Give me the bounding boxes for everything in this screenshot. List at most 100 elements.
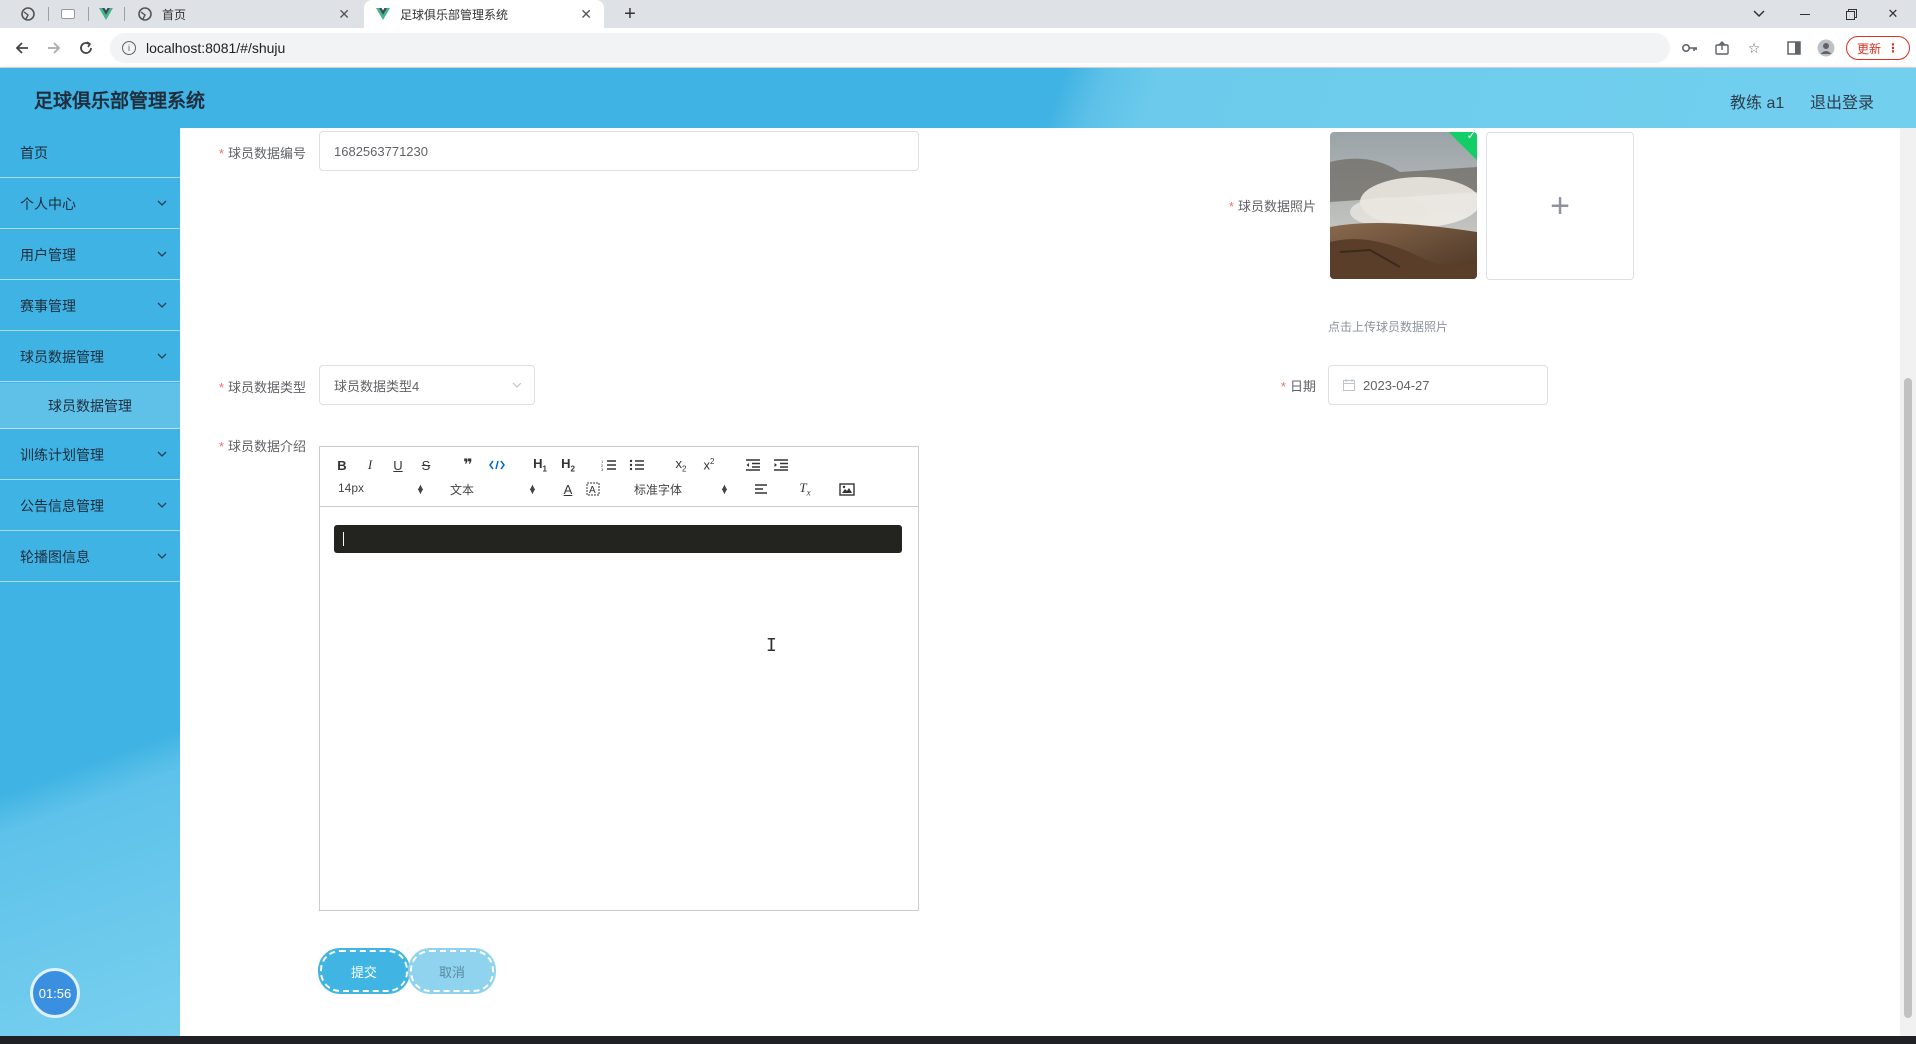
- sidebar-item-training-plan[interactable]: 训练计划管理: [0, 430, 180, 480]
- header-1-button[interactable]: H1: [530, 456, 550, 474]
- chevron-down-icon: [157, 251, 167, 257]
- superscript-button[interactable]: x2: [700, 457, 718, 473]
- tab-separator: [124, 7, 125, 21]
- tab-search-button[interactable]: [1736, 0, 1782, 28]
- font-family-select[interactable]: 标准字体 ▲ ▼: [634, 481, 730, 497]
- sidebar-item-label: 球员数据管理: [48, 397, 132, 414]
- vue-logo-icon: [376, 8, 390, 20]
- text-color-button[interactable]: A: [560, 481, 576, 497]
- subscript-button[interactable]: x2: [672, 456, 690, 474]
- close-tab-icon[interactable]: ✕: [338, 6, 350, 23]
- main-content: * 球员数据编号 1682563771230 * 球员数据照片 ✓ + 点击上传…: [180, 128, 1900, 1036]
- browser-toolbar: i localhost:8081/#/shuju ☆ 更新 ⋮: [0, 28, 1916, 68]
- cancel-button[interactable]: 取消: [410, 950, 494, 992]
- password-key-icon[interactable]: [1678, 36, 1702, 60]
- pinned-tab-vue[interactable]: [94, 0, 118, 28]
- ordered-list-icon: 123: [601, 459, 616, 471]
- player-data-type-select[interactable]: 球员数据类型4: [319, 365, 535, 405]
- font-size-value: 14px: [338, 481, 365, 495]
- sidebar-item-user-management[interactable]: 用户管理: [0, 230, 180, 280]
- back-button[interactable]: [8, 34, 36, 62]
- bookmark-star-icon[interactable]: ☆: [1742, 36, 1766, 60]
- submit-button[interactable]: 提交: [320, 950, 408, 992]
- landscape-photo: [1330, 132, 1477, 279]
- blockquote-button[interactable]: ❞: [460, 457, 476, 474]
- site-info-icon[interactable]: i: [122, 41, 136, 55]
- strike-button[interactable]: S: [418, 457, 434, 473]
- chevron-down-icon: [157, 502, 167, 508]
- chevron-up-icon: [157, 353, 167, 359]
- pinned-tab-globe[interactable]: [16, 0, 40, 28]
- update-button[interactable]: 更新 ⋮: [1846, 36, 1910, 60]
- updown-icon: ▲ ▼: [416, 482, 425, 496]
- code-block-button[interactable]: [488, 457, 506, 473]
- sidebar-item-personal-center[interactable]: 个人中心: [0, 179, 180, 229]
- code-block[interactable]: [334, 525, 902, 553]
- clear-format-button[interactable]: Tx: [796, 480, 814, 498]
- side-panel-icon[interactable]: [1782, 36, 1806, 60]
- reload-button[interactable]: [72, 34, 100, 62]
- editor-content-area[interactable]: [320, 507, 918, 910]
- underline-button[interactable]: U: [390, 457, 406, 473]
- sidebar-item-player-data-management[interactable]: 球员数据管理: [0, 332, 180, 382]
- chevron-down-icon: [157, 200, 167, 206]
- page-scrollbar[interactable]: [1900, 128, 1916, 1036]
- player-data-number-input[interactable]: 1682563771230: [319, 131, 919, 171]
- required-mark: *: [218, 439, 224, 454]
- code-icon: [489, 460, 505, 470]
- restore-button[interactable]: [1828, 0, 1874, 28]
- sidebar-subitem-player-data[interactable]: 球员数据管理: [0, 383, 180, 429]
- text-caret: [343, 532, 344, 546]
- tab-home[interactable]: 首页 ✕: [126, 0, 362, 28]
- uploaded-photo-thumbnail[interactable]: ✓: [1330, 132, 1477, 279]
- indent-button[interactable]: [772, 457, 790, 473]
- bold-icon: B: [337, 457, 347, 473]
- player-data-intro-label: * 球员数据介绍: [210, 436, 306, 455]
- sidebar-item-carousel[interactable]: 轮播图信息: [0, 532, 180, 582]
- background-color-button[interactable]: A: [584, 481, 602, 497]
- sidebar-item-label: 赛事管理: [20, 297, 76, 314]
- new-tab-button[interactable]: +: [616, 0, 644, 28]
- logout-link[interactable]: 退出登录: [1810, 89, 1874, 113]
- sidebar-item-announcement[interactable]: 公告信息管理: [0, 481, 180, 531]
- tab-title: 足球俱乐部管理系统: [400, 7, 509, 22]
- forward-button[interactable]: [40, 34, 68, 62]
- close-icon: ✕: [1887, 6, 1899, 21]
- sidebar: 首页 个人中心 用户管理 赛事管理 球员数据管理 球员数据管理 训练计划管理 公…: [0, 128, 180, 1044]
- outdent-button[interactable]: [744, 457, 762, 473]
- date-label: * 日期: [1120, 376, 1316, 395]
- bullet-list-button[interactable]: [628, 457, 646, 473]
- header-select[interactable]: 文本 ▲ ▼: [450, 481, 537, 497]
- minimize-icon: [1800, 13, 1810, 15]
- photo-upload-button[interactable]: +: [1486, 132, 1634, 280]
- updown-icon: ▲ ▼: [720, 482, 729, 496]
- close-window-button[interactable]: ✕: [1870, 0, 1916, 28]
- vue-logo-icon: [99, 8, 113, 20]
- font-family-value: 标准字体: [634, 483, 683, 497]
- italic-button[interactable]: I: [362, 457, 378, 473]
- bold-button[interactable]: B: [334, 457, 350, 473]
- insert-image-button[interactable]: [838, 481, 856, 497]
- url-bar[interactable]: i localhost:8081/#/shuju: [110, 33, 1670, 63]
- minimize-button[interactable]: [1782, 0, 1828, 28]
- svg-text:3: 3: [601, 467, 604, 471]
- globe-icon: [138, 7, 152, 21]
- date-picker-input[interactable]: 2023-04-27: [1328, 365, 1548, 405]
- updown-icon: ▲ ▼: [528, 482, 537, 496]
- tab-active-app[interactable]: 足球俱乐部管理系统 ✕: [364, 0, 604, 28]
- image-icon: [839, 482, 855, 496]
- close-tab-icon[interactable]: ✕: [580, 6, 592, 23]
- scrollbar-thumb[interactable]: [1904, 378, 1912, 1018]
- sidebar-item-home[interactable]: 首页: [0, 128, 180, 178]
- sidebar-item-match-management[interactable]: 赛事管理: [0, 281, 180, 331]
- sidebar-item-label: 公告信息管理: [20, 497, 104, 514]
- profile-avatar-icon[interactable]: [1814, 36, 1838, 60]
- font-size-select[interactable]: 14px ▲ ▼: [338, 481, 425, 497]
- align-button[interactable]: [752, 481, 770, 497]
- header-2-button[interactable]: H2: [558, 456, 578, 474]
- share-icon[interactable]: [1710, 36, 1734, 60]
- ordered-list-button[interactable]: 123: [600, 457, 618, 473]
- input-value: 1682563771230: [334, 143, 428, 159]
- outdent-icon: [746, 459, 760, 471]
- pinned-tab-blank[interactable]: [56, 0, 80, 28]
